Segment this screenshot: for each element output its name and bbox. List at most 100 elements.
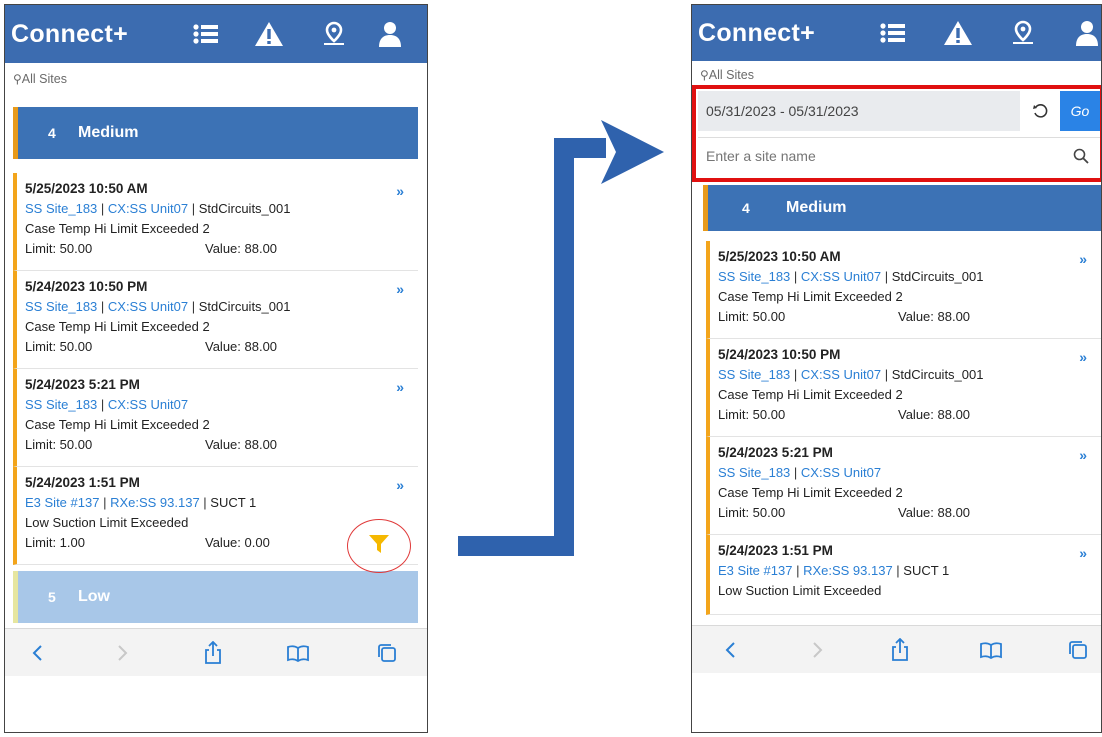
separator: | <box>792 563 804 578</box>
device-link[interactable]: CX:SS Unit07 <box>108 397 188 412</box>
share-icon[interactable] <box>201 629 225 677</box>
chevron-right-icon[interactable]: » <box>1079 347 1087 367</box>
alarm-card[interactable]: 5/25/2023 10:50 AM SS Site_183 | CX:SS U… <box>706 241 1101 339</box>
alarm-card[interactable]: 5/24/2023 10:50 PM SS Site_183 | CX:SS U… <box>706 339 1101 437</box>
alarm-limit: Limit: 50.00 <box>25 241 93 256</box>
warning-icon[interactable] <box>253 5 285 63</box>
device-link[interactable]: CX:SS Unit07 <box>108 299 188 314</box>
alarm-date: 5/24/2023 5:21 PM <box>718 445 833 460</box>
alarm-value: Value: 88.00 <box>898 309 971 324</box>
search-icon[interactable] <box>1062 148 1100 164</box>
device-link[interactable]: RXe:SS 93.137 <box>803 563 893 578</box>
site-link[interactable]: SS Site_183 <box>25 397 97 412</box>
user-icon[interactable] <box>1072 5 1101 61</box>
tabs-icon[interactable] <box>1066 626 1090 674</box>
location-pin-icon: ⚲ <box>13 72 22 86</box>
back-icon[interactable] <box>27 629 47 677</box>
user-icon[interactable] <box>375 5 405 63</box>
group-header-medium[interactable]: 4 Medium <box>13 107 418 159</box>
chevron-right-icon[interactable]: » <box>1079 445 1087 465</box>
site-search-row <box>698 137 1100 173</box>
site-link[interactable]: SS Site_183 <box>25 299 97 314</box>
location-selector[interactable]: ⚲All Sites <box>692 61 1101 85</box>
alarm-description: Low Suction Limit Exceeded <box>718 583 882 598</box>
share-icon[interactable] <box>888 626 912 674</box>
chevron-right-icon[interactable]: » <box>396 279 404 299</box>
back-icon[interactable] <box>720 626 740 674</box>
chevron-right-icon[interactable]: » <box>1079 249 1087 269</box>
device-link[interactable]: CX:SS Unit07 <box>801 269 881 284</box>
group-label: Low <box>78 588 110 605</box>
device-link[interactable]: CX:SS Unit07 <box>801 465 881 480</box>
alarm-description: Case Temp Hi Limit Exceeded 2 <box>25 417 210 432</box>
separator: | <box>199 495 211 510</box>
group-header-low[interactable]: 5 Low <box>13 571 418 623</box>
alarm-value: Value: 0.00 <box>205 535 270 550</box>
site-link[interactable]: SS Site_183 <box>718 465 790 480</box>
alarm-source: SS Site_183 | CX:SS Unit07 | StdCircuits… <box>25 199 410 219</box>
alarm-source: SS Site_183 | CX:SS Unit07 | StdCircuits… <box>718 365 1093 385</box>
device-link[interactable]: CX:SS Unit07 <box>801 367 881 382</box>
alarm-source: SS Site_183 | CX:SS Unit07 | StdCircuits… <box>25 297 410 317</box>
alarm-card[interactable]: 5/25/2023 10:50 AM SS Site_183 | CX:SS U… <box>13 173 418 271</box>
date-range-field[interactable]: 05/31/2023 - 05/31/2023 <box>698 103 1020 119</box>
site-link[interactable]: E3 Site #137 <box>25 495 99 510</box>
app-title: Connect+ <box>11 19 128 48</box>
site-link[interactable]: SS Site_183 <box>718 367 790 382</box>
point-name: StdCircuits_001 <box>891 367 984 382</box>
location-selector[interactable]: ⚲All Sites <box>5 63 427 101</box>
site-search-input[interactable] <box>698 147 1062 164</box>
forward-icon <box>808 626 828 674</box>
group-count: 4 <box>48 125 56 141</box>
list-icon[interactable] <box>878 5 908 61</box>
warning-icon[interactable] <box>942 5 974 61</box>
separator: | <box>790 465 801 480</box>
browser-toolbar <box>692 625 1101 673</box>
alarm-date: 5/25/2023 10:50 AM <box>25 181 148 196</box>
device-link[interactable]: RXe:SS 93.137 <box>110 495 200 510</box>
filter-panel-highlight: 05/31/2023 - 05/31/2023 Go <box>692 85 1101 182</box>
group-label: Medium <box>78 124 139 141</box>
site-link[interactable]: E3 Site #137 <box>718 563 792 578</box>
alarm-card[interactable]: 5/24/2023 10:50 PM SS Site_183 | CX:SS U… <box>13 271 418 369</box>
chevron-right-icon[interactable]: » <box>396 181 404 201</box>
alarm-limit: Limit: 50.00 <box>718 407 786 422</box>
alarm-source: SS Site_183 | CX:SS Unit07 <box>25 395 410 415</box>
map-pin-icon[interactable] <box>319 5 349 63</box>
point-name: StdCircuits_001 <box>891 269 984 284</box>
device-link[interactable]: CX:SS Unit07 <box>108 201 188 216</box>
date-range-row: 05/31/2023 - 05/31/2023 Go <box>698 91 1100 131</box>
alarm-date: 5/24/2023 1:51 PM <box>718 543 833 558</box>
separator: | <box>881 269 892 284</box>
app-title: Connect+ <box>698 18 815 47</box>
chevron-right-icon[interactable]: » <box>1079 543 1087 563</box>
phone-before: Connect+ ⚲All Sites 4 Medium 5/25/2023 1… <box>4 4 428 733</box>
point-name: StdCircuits_001 <box>198 201 291 216</box>
reset-icon[interactable] <box>1020 91 1060 131</box>
go-button[interactable]: Go <box>1060 91 1100 131</box>
chevron-right-icon[interactable]: » <box>396 475 404 495</box>
forward-icon <box>113 629 133 677</box>
filter-icon[interactable] <box>368 533 390 560</box>
point-name: StdCircuits_001 <box>198 299 291 314</box>
group-header-medium[interactable]: 4 Medium <box>703 185 1101 231</box>
bookmarks-icon[interactable] <box>978 626 1004 674</box>
separator: | <box>790 269 801 284</box>
site-link[interactable]: SS Site_183 <box>718 269 790 284</box>
alarm-card[interactable]: 5/24/2023 5:21 PM SS Site_183 | CX:SS Un… <box>13 369 418 467</box>
bookmarks-icon[interactable] <box>285 629 311 677</box>
app-header: Connect+ <box>692 5 1101 61</box>
separator: | <box>892 563 904 578</box>
tabs-icon[interactable] <box>375 629 399 677</box>
list-icon[interactable] <box>191 5 221 63</box>
point-name: SUCT 1 <box>903 563 950 578</box>
alarm-card[interactable]: 5/24/2023 5:21 PM SS Site_183 | CX:SS Un… <box>706 437 1101 535</box>
alarm-limit: Limit: 50.00 <box>25 339 93 354</box>
separator: | <box>790 367 801 382</box>
separator: | <box>97 299 108 314</box>
site-link[interactable]: SS Site_183 <box>25 201 97 216</box>
filter-highlight-circle <box>347 519 411 573</box>
map-pin-icon[interactable] <box>1008 5 1038 61</box>
alarm-card[interactable]: 5/24/2023 1:51 PM E3 Site #137 | RXe:SS … <box>706 535 1101 615</box>
chevron-right-icon[interactable]: » <box>396 377 404 397</box>
